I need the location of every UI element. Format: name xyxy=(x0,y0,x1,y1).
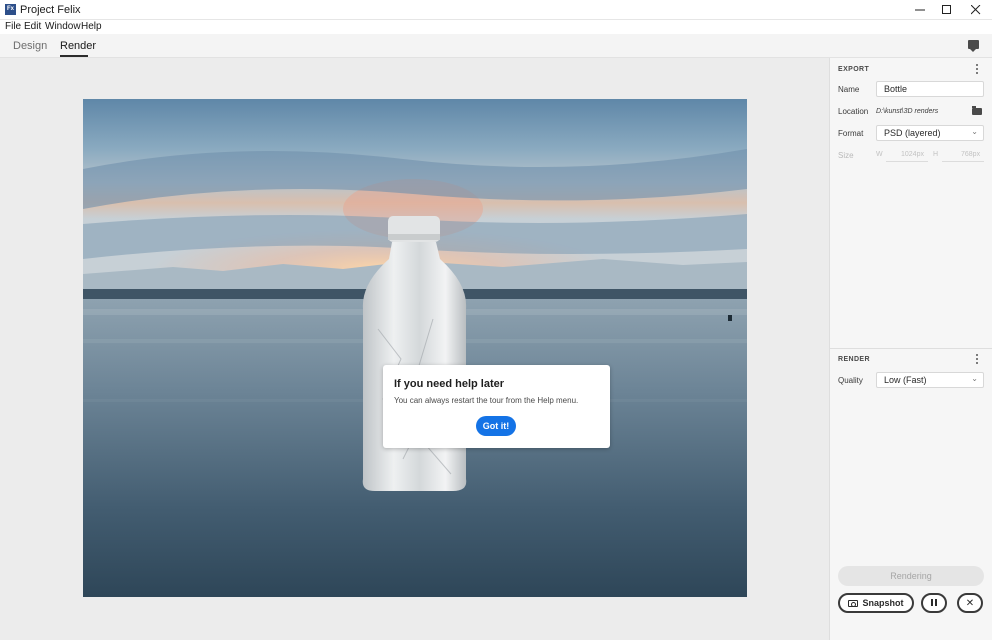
menu-edit[interactable]: Edit xyxy=(24,21,41,32)
active-tab-indicator xyxy=(60,55,88,57)
name-label: Name xyxy=(838,85,860,94)
quality-label: Quality xyxy=(838,376,863,385)
name-field[interactable]: Bottle xyxy=(876,81,984,97)
render-canvas: If you need help later You can always re… xyxy=(0,58,829,640)
location-label: Location xyxy=(838,107,869,116)
maximize-icon[interactable] xyxy=(931,0,963,20)
height-value: 768px xyxy=(961,151,981,158)
title-bar: Fx Project Felix xyxy=(0,0,992,20)
export-more-icon[interactable] xyxy=(976,64,979,75)
camera-icon xyxy=(848,599,859,607)
help-tour-tooltip: If you need help later You can always re… xyxy=(383,365,610,448)
chevron-down-icon: ⌄ xyxy=(971,127,978,136)
tab-render[interactable]: Render xyxy=(60,40,96,52)
render-more-icon[interactable] xyxy=(976,354,979,365)
tab-design[interactable]: Design xyxy=(13,40,47,52)
tooltip-title: If you need help later xyxy=(394,378,505,390)
render-preview-image[interactable] xyxy=(83,99,747,597)
width-underline xyxy=(886,161,928,162)
height-underline xyxy=(942,161,984,162)
quality-value: Low (Fast) xyxy=(884,375,927,385)
width-label: W xyxy=(876,151,883,158)
comment-icon[interactable] xyxy=(968,40,979,52)
close-icon: ✕ xyxy=(965,597,975,609)
menu-window[interactable]: Window xyxy=(45,21,81,32)
section-divider xyxy=(830,348,992,349)
quality-select[interactable]: Low (Fast) ⌄ xyxy=(876,372,984,388)
format-select[interactable]: PSD (layered) ⌄ xyxy=(876,125,984,141)
folder-icon[interactable] xyxy=(972,106,982,115)
size-label: Size xyxy=(838,151,854,160)
format-value: PSD (layered) xyxy=(884,128,941,138)
rendering-button[interactable]: Rendering xyxy=(838,566,984,586)
width-value: 1024px xyxy=(901,151,924,158)
menu-bar: File Edit Window Help xyxy=(0,20,992,34)
tooltip-body: You can always restart the tour from the… xyxy=(394,396,579,405)
window-title: Project Felix xyxy=(20,4,81,16)
format-label: Format xyxy=(838,129,864,138)
snapshot-button[interactable]: Snapshot xyxy=(838,593,914,613)
got-it-button[interactable]: Got it! xyxy=(476,416,516,436)
menu-help[interactable]: Help xyxy=(81,21,102,32)
snapshot-label: Snapshot xyxy=(862,598,904,608)
cancel-render-button[interactable]: ✕ xyxy=(957,593,983,613)
pause-icon xyxy=(930,598,938,609)
export-heading: EXPORT xyxy=(838,66,870,73)
height-label: H xyxy=(933,151,939,158)
tab-bar: Design Render xyxy=(0,34,992,58)
app-logo-icon: Fx xyxy=(5,4,16,15)
chevron-down-icon: ⌄ xyxy=(971,374,978,383)
properties-panel: EXPORT Name Bottle Location D:\kunst\3D … xyxy=(829,58,992,640)
close-icon[interactable] xyxy=(960,0,992,20)
pause-button[interactable] xyxy=(921,593,947,613)
menu-file[interactable]: File xyxy=(5,21,21,32)
location-path: D:\kunst\3D renders xyxy=(876,108,939,115)
render-heading: RENDER xyxy=(838,356,870,363)
